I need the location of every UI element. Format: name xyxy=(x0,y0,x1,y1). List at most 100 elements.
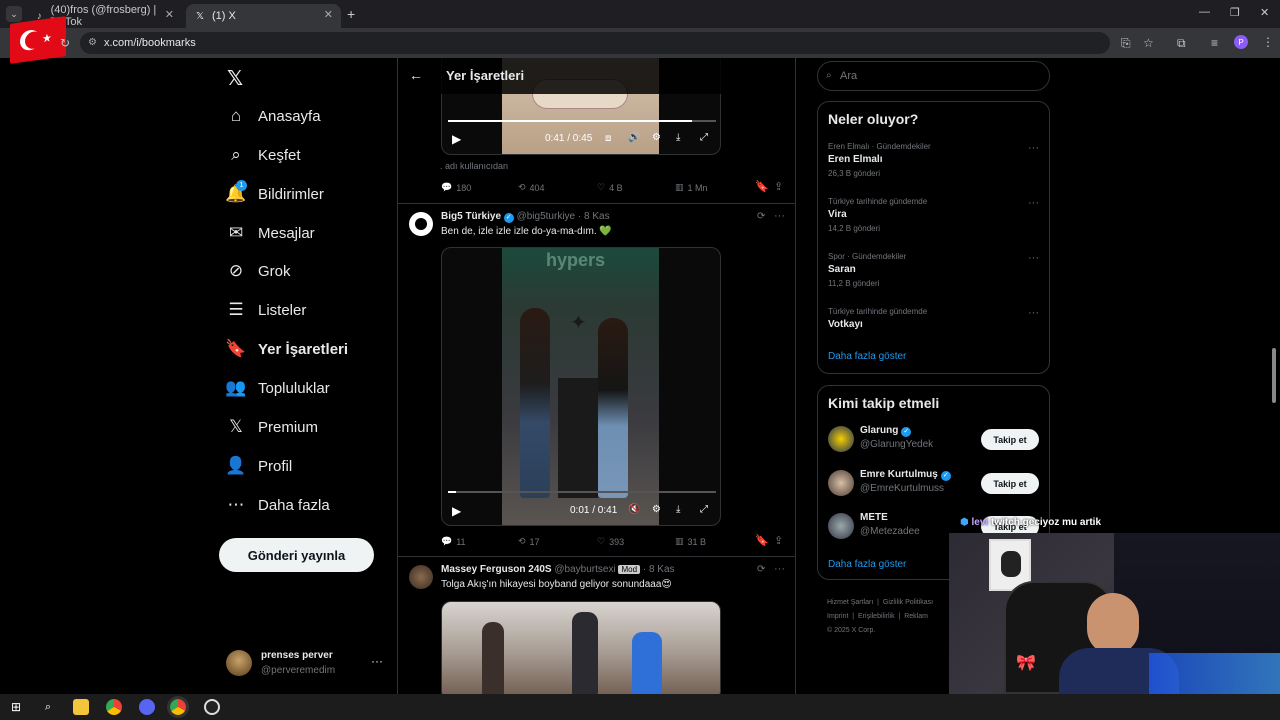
bookmark-icon[interactable]: 🔖 xyxy=(755,180,769,193)
file-explorer-icon[interactable] xyxy=(73,699,89,715)
show-more-link[interactable]: Daha fazla göster xyxy=(828,351,906,362)
chrome-icon[interactable] xyxy=(167,696,189,718)
nav-item-3[interactable]: ✉ Mesajlar xyxy=(226,219,315,247)
play-icon[interactable]: ▶ xyxy=(452,504,461,518)
avatar[interactable] xyxy=(828,470,854,496)
video-progress[interactable] xyxy=(448,491,716,493)
windows-start-icon[interactable]: ⊞ xyxy=(8,699,24,715)
video-player[interactable]: hypers ✦ ▶ 0:01 / 0:41 🔇 ⚙ ⤓ ⤢ xyxy=(441,247,721,526)
post-media[interactable] xyxy=(441,601,721,694)
avatar[interactable] xyxy=(828,426,854,452)
share-icon[interactable]: ⇪ xyxy=(774,180,783,193)
close-icon[interactable]: ✕ xyxy=(324,8,333,21)
more-icon[interactable]: ··· xyxy=(1028,197,1039,209)
repost-button[interactable]: ⟲ 17 xyxy=(518,536,540,547)
volume-icon[interactable]: 🔊 xyxy=(628,132,640,143)
footer-link[interactable]: Reklam xyxy=(904,613,928,620)
avatar[interactable] xyxy=(409,565,433,589)
follow-button[interactable]: Takip et xyxy=(981,429,1039,450)
settings-icon[interactable]: ⚙ xyxy=(652,504,661,515)
back-arrow-icon[interactable]: ← xyxy=(409,67,423,83)
repost-button[interactable]: ⟲ 404 xyxy=(518,182,545,193)
post-date[interactable]: 8 Kas xyxy=(649,564,675,575)
scrollbar-thumb[interactable] xyxy=(1272,348,1276,403)
author-name[interactable]: Big5 Türkiye xyxy=(441,211,501,222)
profile-avatar[interactable]: P xyxy=(1234,35,1248,49)
trend-name[interactable]: Vira xyxy=(828,209,847,220)
tab-search-button[interactable]: ⌄ xyxy=(6,6,22,22)
close-icon[interactable]: ✕ xyxy=(165,8,174,21)
follow-button[interactable]: Takip et xyxy=(981,473,1039,494)
nav-item-0[interactable]: ⌂ Anasayfa xyxy=(226,102,321,130)
footer-link[interactable]: Hizmet Şartları xyxy=(827,599,873,606)
reply-button[interactable]: 💬 11 xyxy=(441,536,466,547)
pip-icon[interactable]: ⤓ xyxy=(676,132,680,143)
x-logo-icon[interactable]: 𝕏 xyxy=(227,66,243,91)
follow-name[interactable]: Emre Kurtulmuş ✓ xyxy=(860,469,951,481)
footer-link[interactable]: Gizlilik Politikası xyxy=(883,599,933,606)
minimize-button[interactable]: — xyxy=(1199,6,1210,18)
pip-icon[interactable]: ⤓ xyxy=(676,504,680,515)
footer-link[interactable]: Imprint xyxy=(827,613,848,620)
captions-icon[interactable]: ⧈ xyxy=(605,133,611,144)
post-button[interactable]: Gönderi yayınla xyxy=(219,538,374,572)
restore-button[interactable]: ❐ xyxy=(1230,6,1240,19)
nav-item-8[interactable]: 𝕏 Premium xyxy=(226,413,318,441)
show-more-link[interactable]: Daha fazla göster xyxy=(828,559,906,570)
author-handle[interactable]: @bayburtsexi xyxy=(554,564,615,575)
chrome-icon[interactable] xyxy=(106,699,122,715)
reload-icon[interactable]: ↻ xyxy=(60,36,70,50)
close-window-button[interactable]: ✕ xyxy=(1260,6,1269,19)
fullscreen-icon[interactable]: ⤢ xyxy=(700,504,708,515)
fullscreen-icon[interactable]: ⤢ xyxy=(700,132,708,143)
share-icon[interactable]: ⇪ xyxy=(774,534,783,547)
trend-name[interactable]: Saran xyxy=(828,264,856,275)
menu-kebab-icon[interactable]: ⋮ xyxy=(1262,35,1274,49)
new-tab-button[interactable]: + xyxy=(347,6,355,22)
extensions-icon[interactable]: ⧉ xyxy=(1177,36,1186,51)
tab-x[interactable]: 𝕏 (1) X ✕ xyxy=(186,4,341,28)
account-switcher[interactable]: prenses perver @perveremedim ··· xyxy=(226,648,386,680)
avatar[interactable] xyxy=(409,212,433,236)
avatar[interactable] xyxy=(828,513,854,539)
reply-button[interactable]: 💬 180 xyxy=(441,182,471,193)
nav-item-7[interactable]: 👥 Topluluklar xyxy=(225,374,329,402)
grok-icon[interactable]: ⟳ xyxy=(757,564,765,575)
trend-name[interactable]: Votkayı xyxy=(828,319,863,330)
settings-icon[interactable]: ⚙ xyxy=(652,132,661,143)
nav-item-4[interactable]: ⊘ Grok xyxy=(226,257,291,285)
discord-icon[interactable] xyxy=(139,699,155,715)
author-name[interactable]: Massey Ferguson 240S xyxy=(441,564,552,575)
media-control-icon[interactable]: ≡ xyxy=(1211,36,1218,50)
search-input[interactable]: ⌕ Ara xyxy=(817,61,1050,91)
video-progress[interactable] xyxy=(448,120,716,122)
trend-name[interactable]: Eren Elmalı xyxy=(828,154,882,165)
views-button[interactable]: ▥ 31 B xyxy=(675,536,706,547)
more-icon[interactable]: ··· xyxy=(774,563,785,575)
nav-item-10[interactable]: ⋯ Daha fazla xyxy=(226,491,330,519)
mute-icon[interactable]: 🔇 xyxy=(628,504,640,515)
nav-item-9[interactable]: 👤 Profil xyxy=(225,452,292,480)
like-button[interactable]: ♡ 4 B xyxy=(597,182,623,193)
follow-name[interactable]: Glarung ✓ xyxy=(860,425,912,437)
like-button[interactable]: ♡ 393 xyxy=(597,536,624,547)
address-bar[interactable]: ⚙ x.com/i/bookmarks xyxy=(80,32,1110,54)
footer-link[interactable]: Erişilebilirlik xyxy=(858,613,895,620)
grok-icon[interactable]: ⟳ xyxy=(757,211,765,222)
nav-item-6[interactable]: 🔖 Yer İşaretleri xyxy=(225,335,348,363)
site-info-icon[interactable]: ⚙ xyxy=(88,32,97,54)
nav-item-5[interactable]: ☰ Listeler xyxy=(226,296,306,324)
bookmark-icon[interactable]: 🔖 xyxy=(755,534,769,547)
post-date[interactable]: 8 Kas xyxy=(584,211,610,222)
more-icon[interactable]: ··· xyxy=(774,210,785,222)
install-app-icon[interactable]: ⎘ xyxy=(1121,36,1131,51)
search-icon[interactable]: ⌕ xyxy=(40,699,56,715)
nav-item-2[interactable]: 🔔 1 Bildirimler xyxy=(225,180,324,208)
author-handle[interactable]: @big5turkiye xyxy=(517,211,576,222)
bookmark-star-icon[interactable]: ☆ xyxy=(1143,36,1154,50)
follow-name[interactable]: METE xyxy=(860,512,888,523)
more-icon[interactable]: ··· xyxy=(1028,252,1039,264)
play-icon[interactable]: ▶ xyxy=(452,132,461,146)
more-icon[interactable]: ··· xyxy=(1028,307,1039,319)
obs-icon[interactable] xyxy=(204,699,220,715)
